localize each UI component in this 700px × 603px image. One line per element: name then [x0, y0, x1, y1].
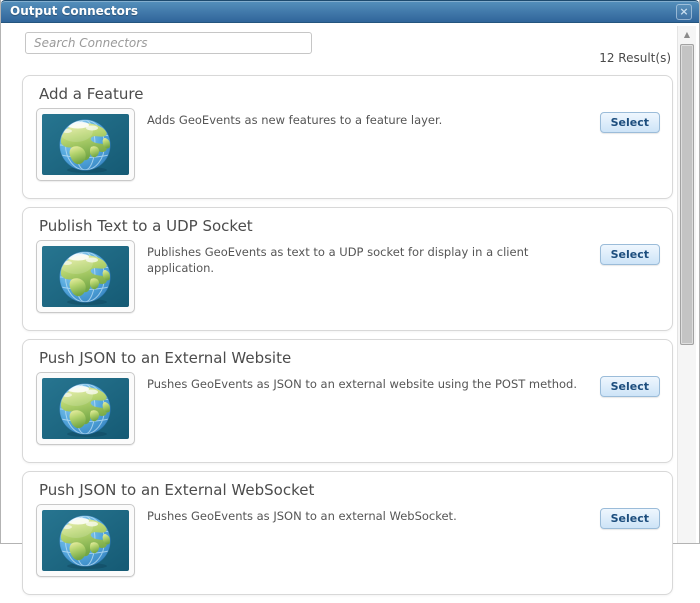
connector-thumbnail [36, 240, 135, 313]
connector-list: Add a Feature Adds GeoEvents as new feat… [22, 75, 673, 603]
globe-icon [42, 510, 129, 571]
connector-thumbnail [36, 108, 135, 181]
select-button[interactable]: Select [599, 508, 660, 529]
connector-description: Publishes GeoEvents as text to a UDP soc… [147, 245, 529, 275]
scrollbar-track[interactable]: ▲ [677, 26, 696, 543]
connector-card: Push JSON to an External Website Pushes … [22, 339, 673, 463]
scroll-up-icon[interactable]: ▲ [678, 30, 696, 39]
connector-description: Pushes GeoEvents as JSON to an external … [147, 377, 577, 391]
connector-title: Push JSON to an External WebSocket [39, 481, 315, 499]
dialog-title: Output Connectors [10, 4, 138, 18]
close-icon[interactable]: × [676, 4, 692, 20]
globe-icon [42, 246, 129, 307]
globe-icon [42, 114, 129, 175]
connector-card: Add a Feature Adds GeoEvents as new feat… [22, 75, 673, 199]
connector-card: Publish Text to a UDP Socket Publishes G… [22, 207, 673, 331]
connector-description: Adds GeoEvents as new features to a feat… [147, 113, 443, 127]
globe-icon [42, 378, 129, 439]
results-count: 12 Result(s) [599, 51, 671, 65]
select-button[interactable]: Select [599, 376, 660, 397]
connector-title: Add a Feature [39, 85, 144, 103]
connector-thumbnail [36, 372, 135, 445]
select-button[interactable]: Select [599, 244, 660, 265]
scrollbar-thumb[interactable] [680, 44, 694, 345]
connector-thumbnail [36, 504, 135, 577]
select-button[interactable]: Select [599, 112, 660, 133]
search-input[interactable] [25, 32, 312, 54]
connector-description: Pushes GeoEvents as JSON to an external … [147, 509, 457, 523]
connector-title: Push JSON to an External Website [39, 349, 292, 367]
dialog-titlebar: Output Connectors × [1, 0, 699, 23]
connector-title: Publish Text to a UDP Socket [39, 217, 253, 235]
connector-card: Push JSON to an External WebSocket Pushe… [22, 471, 673, 595]
